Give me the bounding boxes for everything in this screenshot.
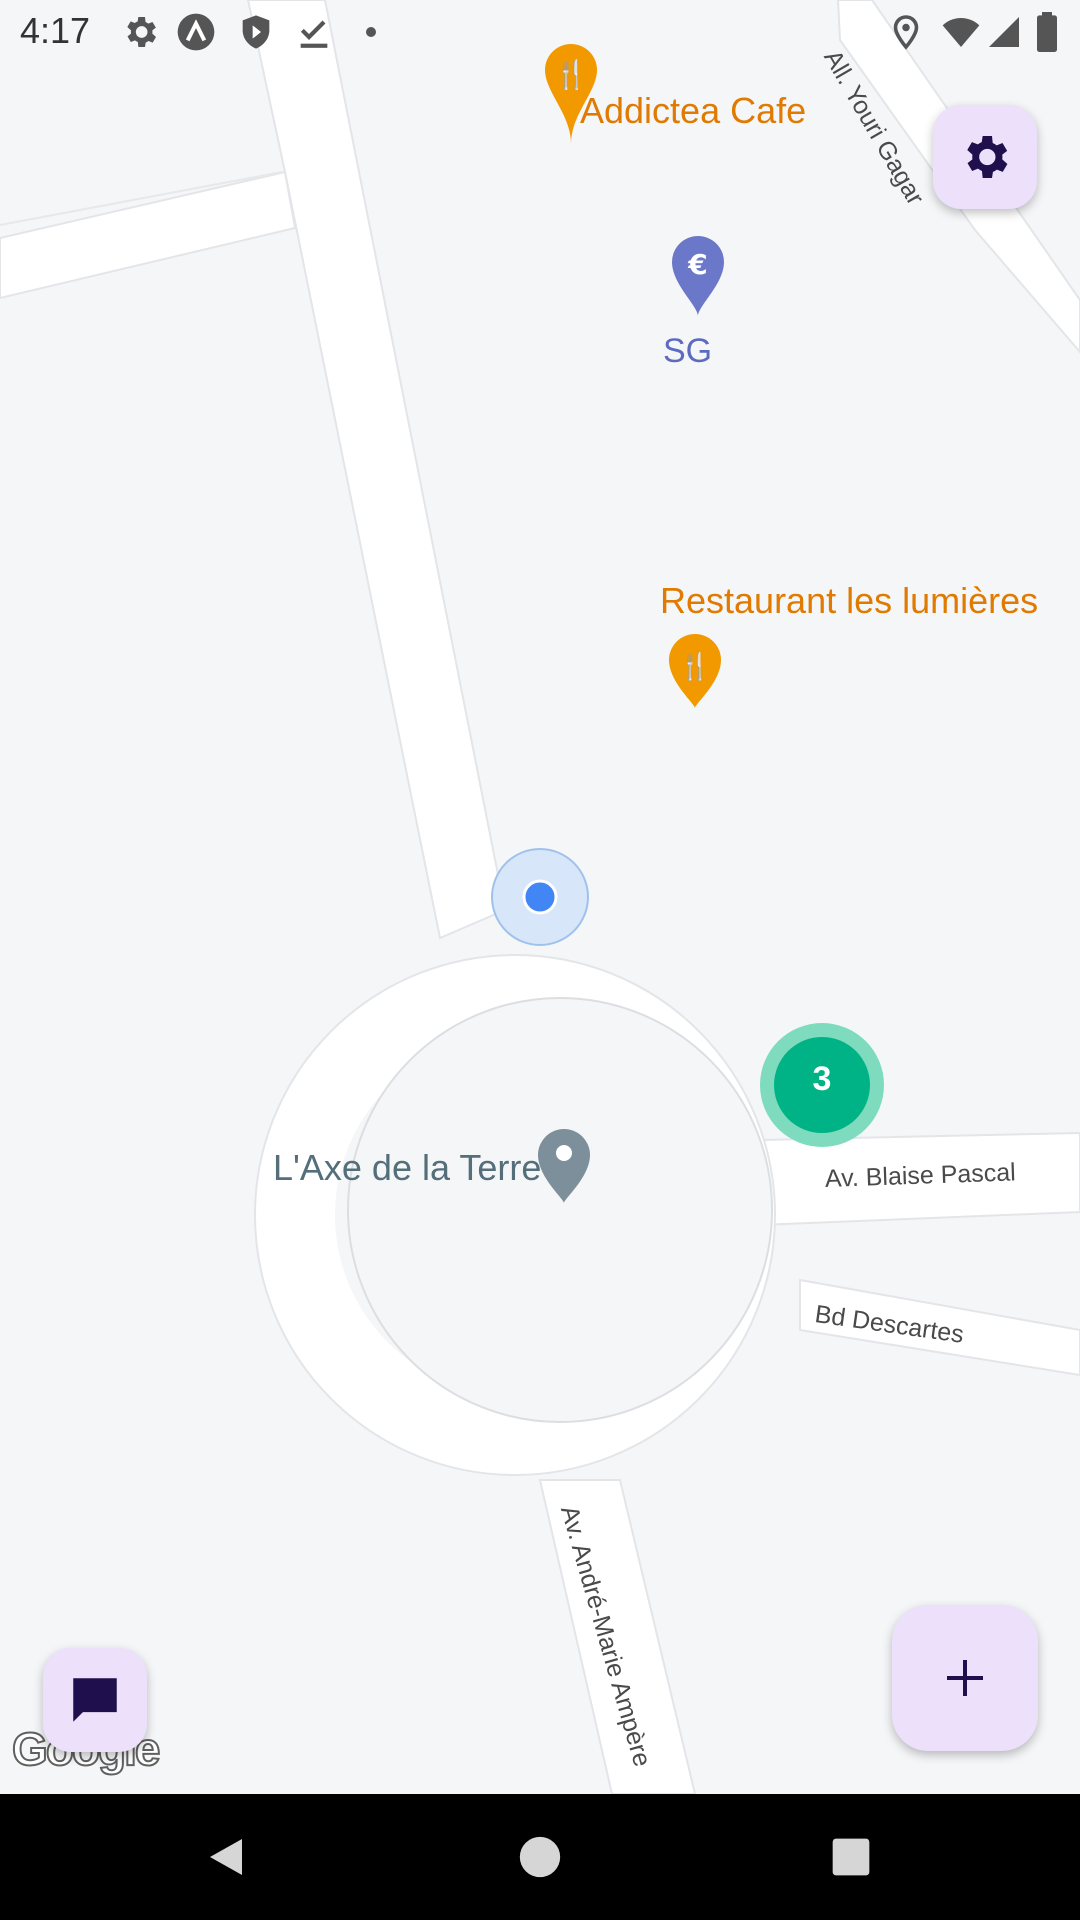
recents-button[interactable] — [821, 1827, 881, 1887]
wifi-icon — [942, 18, 980, 47]
chat-button[interactable] — [43, 1648, 147, 1752]
home-icon — [519, 1836, 561, 1878]
shield-play-icon — [242, 15, 270, 49]
svg-text:€: € — [687, 248, 707, 281]
chat-icon — [73, 1678, 117, 1722]
map-canvas[interactable]: 🍴 € 🍴 — [0, 0, 1080, 1794]
download-done-icon — [300, 20, 328, 48]
dot-icon — [366, 27, 376, 37]
poi-label-addictea-cafe[interactable]: Addictea Cafe — [580, 90, 806, 132]
battery-icon — [1037, 12, 1057, 52]
gear-icon — [967, 136, 1008, 178]
status-bar: 4:17 — [0, 0, 1080, 64]
settings-button[interactable] — [933, 105, 1037, 209]
location-icon — [893, 15, 919, 50]
recents-icon — [832, 1838, 870, 1876]
navigation-bar — [0, 1794, 1080, 1920]
poi-label-sg[interactable]: SG — [663, 332, 712, 371]
svg-text:🍴: 🍴 — [679, 651, 711, 682]
add-button[interactable] — [892, 1605, 1038, 1751]
home-button[interactable] — [510, 1827, 570, 1887]
plus-icon — [947, 1660, 983, 1696]
poi-label-axe-de-la-terre[interactable]: L'Axe de la Terre — [273, 1147, 541, 1189]
poi-label-restaurant-les-lumieres[interactable]: Restaurant les lumières — [660, 580, 1038, 622]
cluster-count[interactable]: 3 — [780, 1060, 864, 1112]
user-location-icon — [491, 848, 589, 946]
signal-icon — [989, 17, 1019, 47]
back-icon — [210, 1839, 242, 1875]
status-time: 4:17 — [20, 10, 91, 51]
settings-icon — [127, 17, 156, 47]
a-circle-icon — [177, 13, 215, 51]
back-button[interactable] — [196, 1827, 256, 1887]
